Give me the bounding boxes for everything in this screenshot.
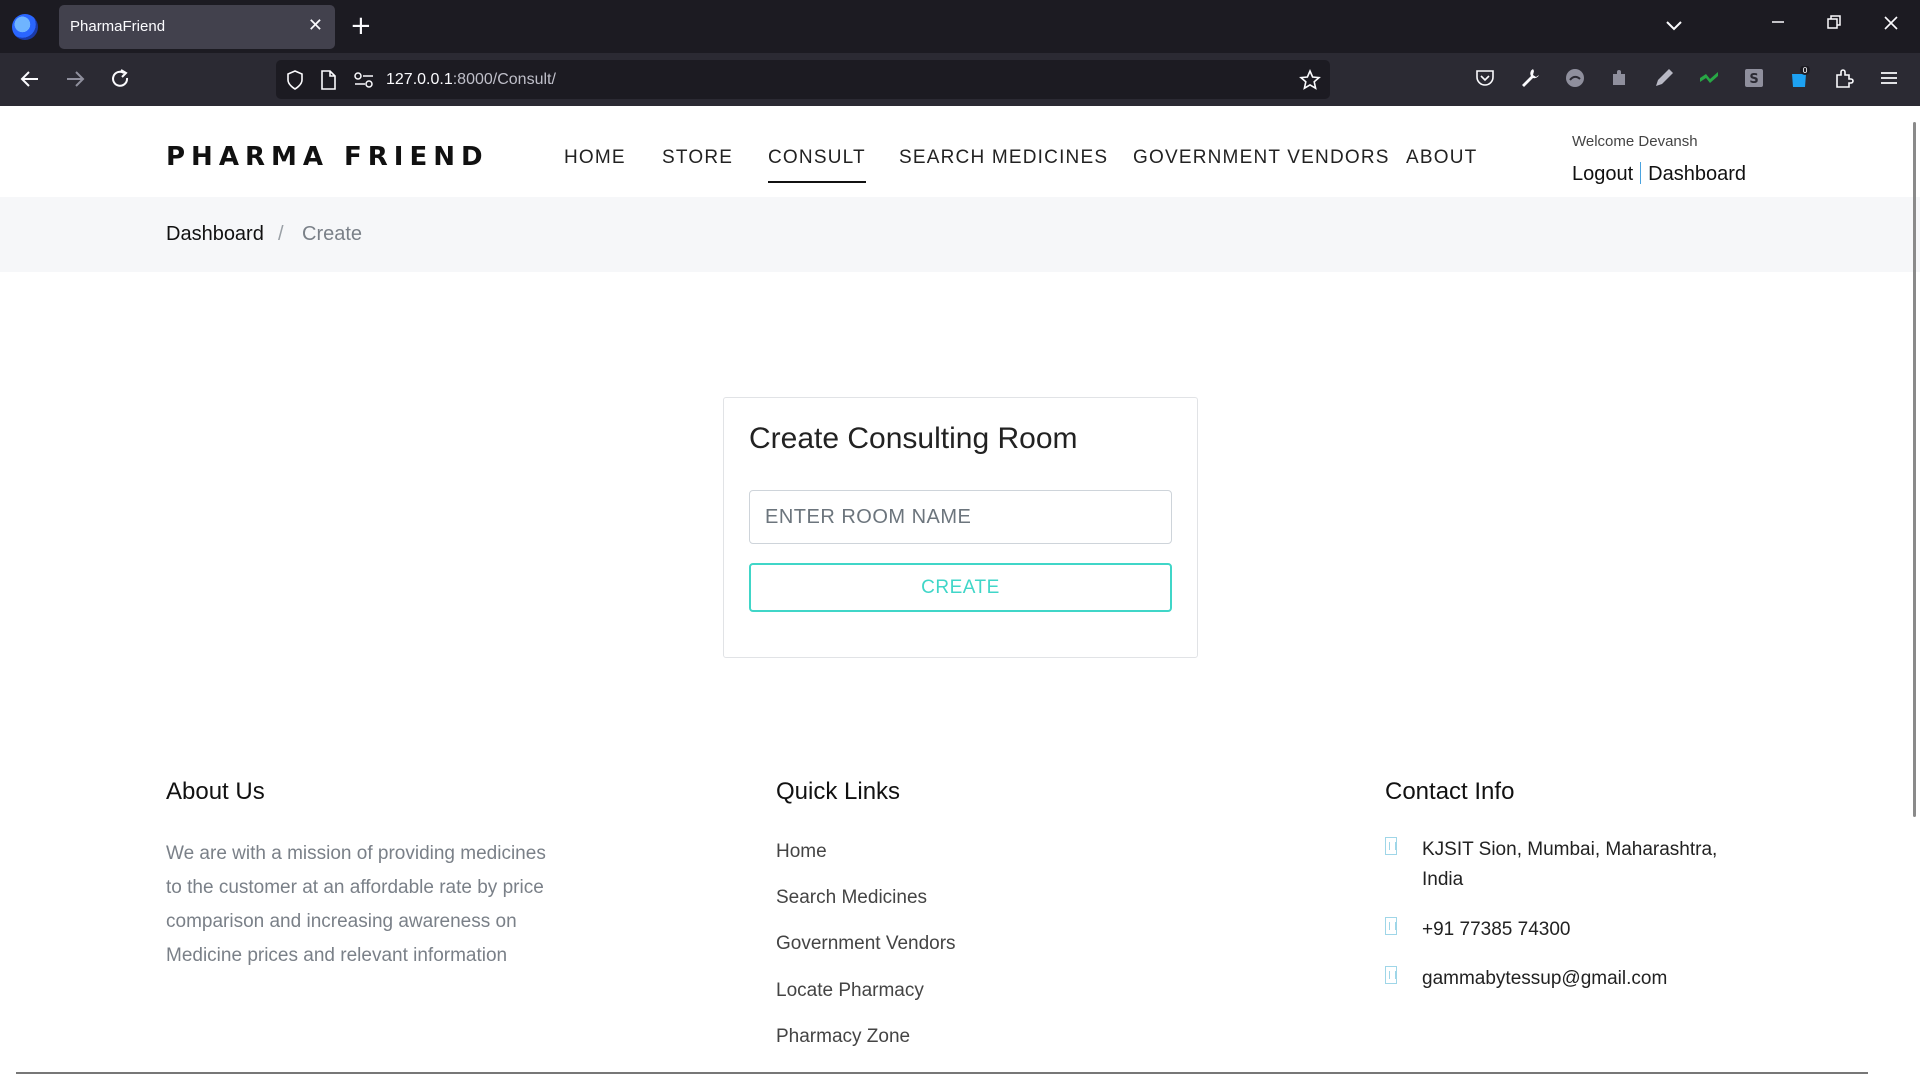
minimize-icon[interactable] <box>1768 12 1788 32</box>
url-bar[interactable]: 127.0.0.1:8000/Consult/ <box>276 60 1330 99</box>
reload-icon[interactable] <box>107 66 133 92</box>
forward-arrow-icon[interactable] <box>62 66 88 92</box>
contact-info-heading: Contact Info <box>1385 778 1515 805</box>
url-path: :8000/Consult/ <box>452 71 556 88</box>
extension-badge-count: 0 <box>1802 66 1807 75</box>
bookmark-star-icon[interactable] <box>1298 68 1322 92</box>
nav-toolbar: 127.0.0.1:8000/Consult/ S 0 <box>0 53 1920 106</box>
address-text: KJSIT Sion, Mumbai, Maharashtra, India <box>1422 839 1718 890</box>
pen-extension-icon[interactable] <box>1652 66 1676 90</box>
page-scrollbar[interactable] <box>1913 122 1916 817</box>
about-us-text: We are with a mission of providing medic… <box>166 843 546 966</box>
breadcrumb-create: Create <box>302 223 363 245</box>
restore-icon[interactable] <box>1824 12 1844 32</box>
tab-strip: PharmaFriend ✕ + <box>0 0 1920 53</box>
quick-link-search-medicines[interactable]: Search Medicines <box>776 887 927 909</box>
welcome-text: Welcome Devansh <box>1572 133 1698 150</box>
user-links: Logout Dashboard <box>1572 162 1746 186</box>
extensions-icon[interactable] <box>1832 66 1856 90</box>
about-us-heading: About Us <box>166 778 265 805</box>
s-extension-icon[interactable]: S <box>1742 66 1766 90</box>
permissions-icon[interactable] <box>353 70 375 90</box>
browser-tab[interactable]: PharmaFriend ✕ <box>59 5 335 49</box>
logout-link[interactable]: Logout <box>1572 163 1633 185</box>
svg-text:S: S <box>1749 72 1758 87</box>
tab-list-chevron-icon[interactable] <box>1663 14 1685 36</box>
web-page: PHARMA FRIEND HOME STORE CONSULT SEARCH … <box>0 106 1920 1080</box>
puzzle-extension-icon[interactable] <box>1607 66 1631 90</box>
email-icon <box>1385 966 1397 984</box>
block-extension-icon[interactable] <box>1563 66 1587 90</box>
location-icon <box>1385 837 1397 855</box>
url-text[interactable]: 127.0.0.1:8000/Consult/ <box>386 71 556 89</box>
phone-icon <box>1385 917 1397 935</box>
new-tab-icon[interactable]: + <box>350 10 372 42</box>
quick-links-heading: Quick Links <box>776 778 901 805</box>
hamburger-menu-icon[interactable] <box>1877 66 1901 90</box>
nav-consult[interactable]: CONSULT <box>768 147 866 183</box>
nav-about[interactable]: ABOUT <box>1406 147 1477 169</box>
breadcrumb: Dashboard / Create <box>0 197 1920 272</box>
link-divider <box>1640 162 1642 184</box>
window-close-icon[interactable] <box>1880 12 1902 34</box>
page-icon[interactable] <box>318 69 338 91</box>
nav-government-vendors[interactable]: GOVERNMENT VENDORS <box>1133 147 1390 169</box>
site-header: PHARMA FRIEND HOME STORE CONSULT SEARCH … <box>0 106 1920 197</box>
browser-window: PharmaFriend ✕ + 127.0.0.1:8000/Consult/… <box>0 0 1920 1080</box>
wrench-icon[interactable] <box>1518 66 1542 90</box>
email-text[interactable]: gammabytessup@gmail.com <box>1422 964 1667 994</box>
nav-search-medicines[interactable]: SEARCH MEDICINES <box>899 147 1108 169</box>
url-host: 127.0.0.1 <box>386 71 453 88</box>
create-room-card: Create Consulting Room CREATE <box>723 397 1198 658</box>
create-button[interactable]: CREATE <box>749 563 1172 612</box>
shield-icon[interactable] <box>284 69 306 91</box>
breadcrumb-dashboard[interactable]: Dashboard <box>166 223 264 246</box>
footer-divider <box>16 1072 1868 1074</box>
back-arrow-icon[interactable] <box>17 66 43 92</box>
check-extension-icon[interactable] <box>1697 66 1721 90</box>
nav-home[interactable]: HOME <box>564 147 626 169</box>
tab-title: PharmaFriend <box>70 18 166 35</box>
site-brand[interactable]: PHARMA FRIEND <box>166 142 489 172</box>
quick-link-government-vendors[interactable]: Government Vendors <box>776 933 956 955</box>
pocket-icon[interactable] <box>1473 66 1497 90</box>
card-title: Create Consulting Room <box>749 422 1078 455</box>
tab-close-icon[interactable]: ✕ <box>308 15 323 37</box>
quick-link-locate-pharmacy[interactable]: Locate Pharmacy <box>776 980 924 1002</box>
room-name-input[interactable] <box>749 490 1172 544</box>
nav-store[interactable]: STORE <box>662 147 733 169</box>
quick-link-home[interactable]: Home <box>776 841 827 863</box>
firefox-logo-icon[interactable] <box>12 14 38 40</box>
notification-extension-icon[interactable]: 0 <box>1787 66 1811 90</box>
breadcrumb-separator: / <box>278 223 284 245</box>
dashboard-link[interactable]: Dashboard <box>1648 163 1746 185</box>
quick-link-pharmacy-zone[interactable]: Pharmacy Zone <box>776 1026 910 1048</box>
phone-text[interactable]: +91 77385 74300 <box>1422 915 1570 945</box>
